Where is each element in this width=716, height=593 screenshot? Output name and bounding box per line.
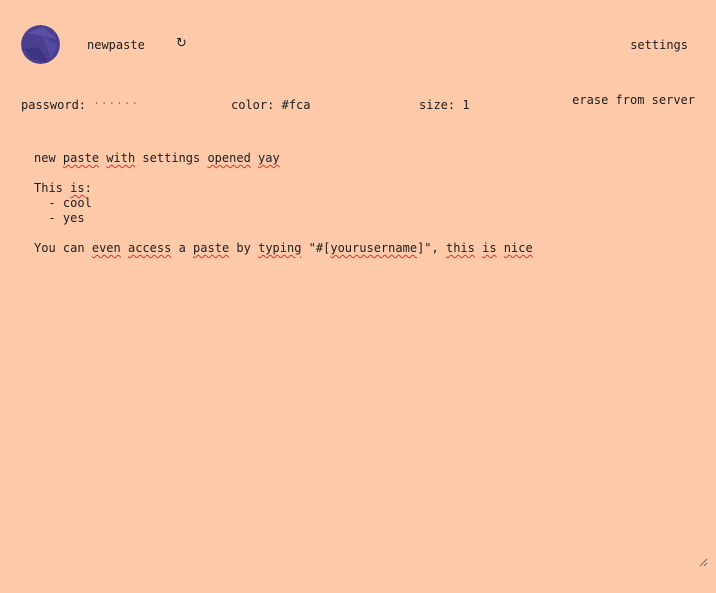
paste-line [34,166,698,181]
size-option: size: 1 [419,97,470,113]
size-field[interactable]: 1 [462,97,469,113]
paste-textarea[interactable]: new paste with settings opened yay This i… [34,151,698,561]
paste-line: This is: [34,181,92,195]
erase-from-server-button[interactable]: erase from server [572,92,695,108]
paste-line: - yes [34,211,85,225]
password-label: password: [21,98,87,112]
paste-line [34,226,698,241]
password-field[interactable]: ······ [93,96,139,112]
paste-line: new paste with settings opened yay [34,151,280,165]
refresh-icon[interactable]: ↻ [176,36,187,52]
paste-line: You can even access a paste by typing "#… [34,241,533,255]
circle-logo-icon [21,25,60,64]
newpaste-link[interactable]: newpaste [87,37,145,53]
settings-link[interactable]: settings [630,37,688,53]
color-option: color: #fca [231,97,311,113]
resize-handle-icon[interactable] [698,557,708,567]
color-field[interactable]: #fca [282,97,311,113]
avatar[interactable] [21,25,60,64]
color-label: color: [231,98,275,112]
password-option: password: ······ [21,97,139,114]
size-label: size: [419,98,456,112]
paste-line: - cool [34,196,92,210]
